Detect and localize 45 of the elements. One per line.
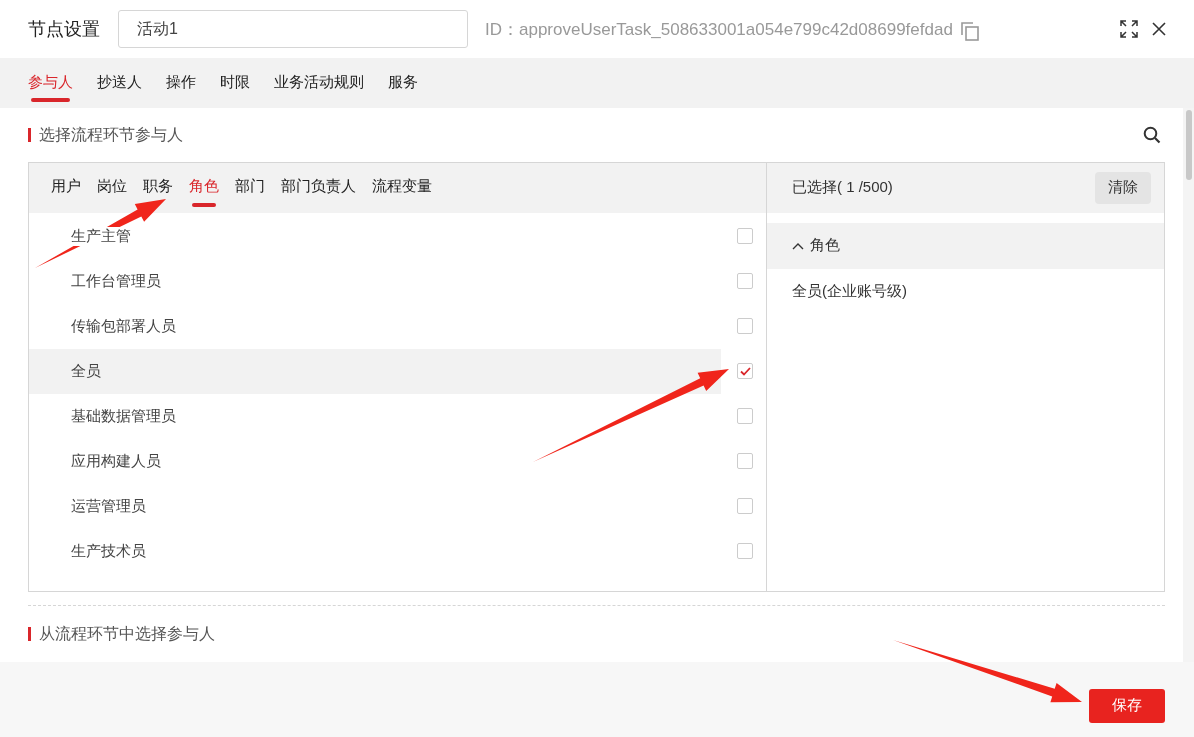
checkbox[interactable] (737, 228, 753, 245)
role-name: 全员 (69, 361, 103, 381)
clear-button[interactable]: 清除 (1095, 171, 1151, 204)
sub-tab[interactable]: 流程变量 (372, 162, 432, 213)
sub-tab[interactable]: 岗位 (97, 162, 127, 213)
checkbox[interactable] (737, 543, 753, 560)
selected-item: 全员(企业账号级) (791, 281, 908, 302)
tab[interactable]: 时限 (220, 58, 250, 108)
tab[interactable]: 抄送人 (97, 58, 142, 108)
sub-tab[interactable]: 部门负责人 (281, 162, 356, 213)
checkbox[interactable] (737, 408, 753, 425)
copy-icon[interactable] (960, 21, 979, 41)
tab[interactable]: 参与人 (28, 58, 73, 108)
fullscreen-icon[interactable] (1120, 20, 1138, 38)
name-input[interactable]: 活动1 (118, 10, 468, 48)
selected-count: 已选择( 1 /500) (792, 178, 894, 198)
checkbox[interactable] (737, 273, 753, 290)
sub-tab[interactable]: 用户 (51, 162, 81, 213)
sub-tab[interactable]: 职务 (143, 162, 173, 213)
section-title: 从流程环节中选择参与人 (28, 627, 215, 642)
sub-tab[interactable]: 部门 (235, 162, 265, 213)
group-header[interactable]: 角色 (767, 222, 1164, 269)
checkbox[interactable] (737, 498, 753, 515)
checkbox[interactable] (737, 363, 753, 380)
sub-tab[interactable]: 角色 (189, 162, 219, 213)
role-name: 基础数据管理员 (69, 406, 178, 426)
search-icon[interactable] (1143, 125, 1161, 144)
role-name: 运营管理员 (69, 496, 148, 516)
id-text: ID：approveUserTask_508633001a054e799c42d08699fefdad (485, 18, 953, 41)
scrollbar-thumb[interactable] (1186, 110, 1192, 180)
role-name: 工作台管理员 (69, 271, 163, 291)
role-name: 传输包部署人员 (69, 316, 178, 336)
save-button[interactable]: 保存 (1089, 688, 1165, 723)
role-name: 应用构建人员 (69, 451, 163, 471)
group-label: 角色 (810, 236, 840, 256)
tab[interactable]: 服务 (388, 58, 418, 108)
role-name: 生产主管 (69, 226, 133, 246)
dialog-title: 节点设置 (28, 18, 100, 41)
checkbox[interactable] (737, 453, 753, 470)
role-name: 生产技术员 (69, 541, 148, 561)
section-title: 选择流程环节参与人 (28, 127, 183, 142)
tab[interactable]: 操作 (166, 58, 196, 108)
tab[interactable]: 业务活动规则 (274, 58, 364, 108)
close-icon[interactable] (1152, 22, 1166, 36)
checkbox[interactable] (737, 318, 753, 335)
